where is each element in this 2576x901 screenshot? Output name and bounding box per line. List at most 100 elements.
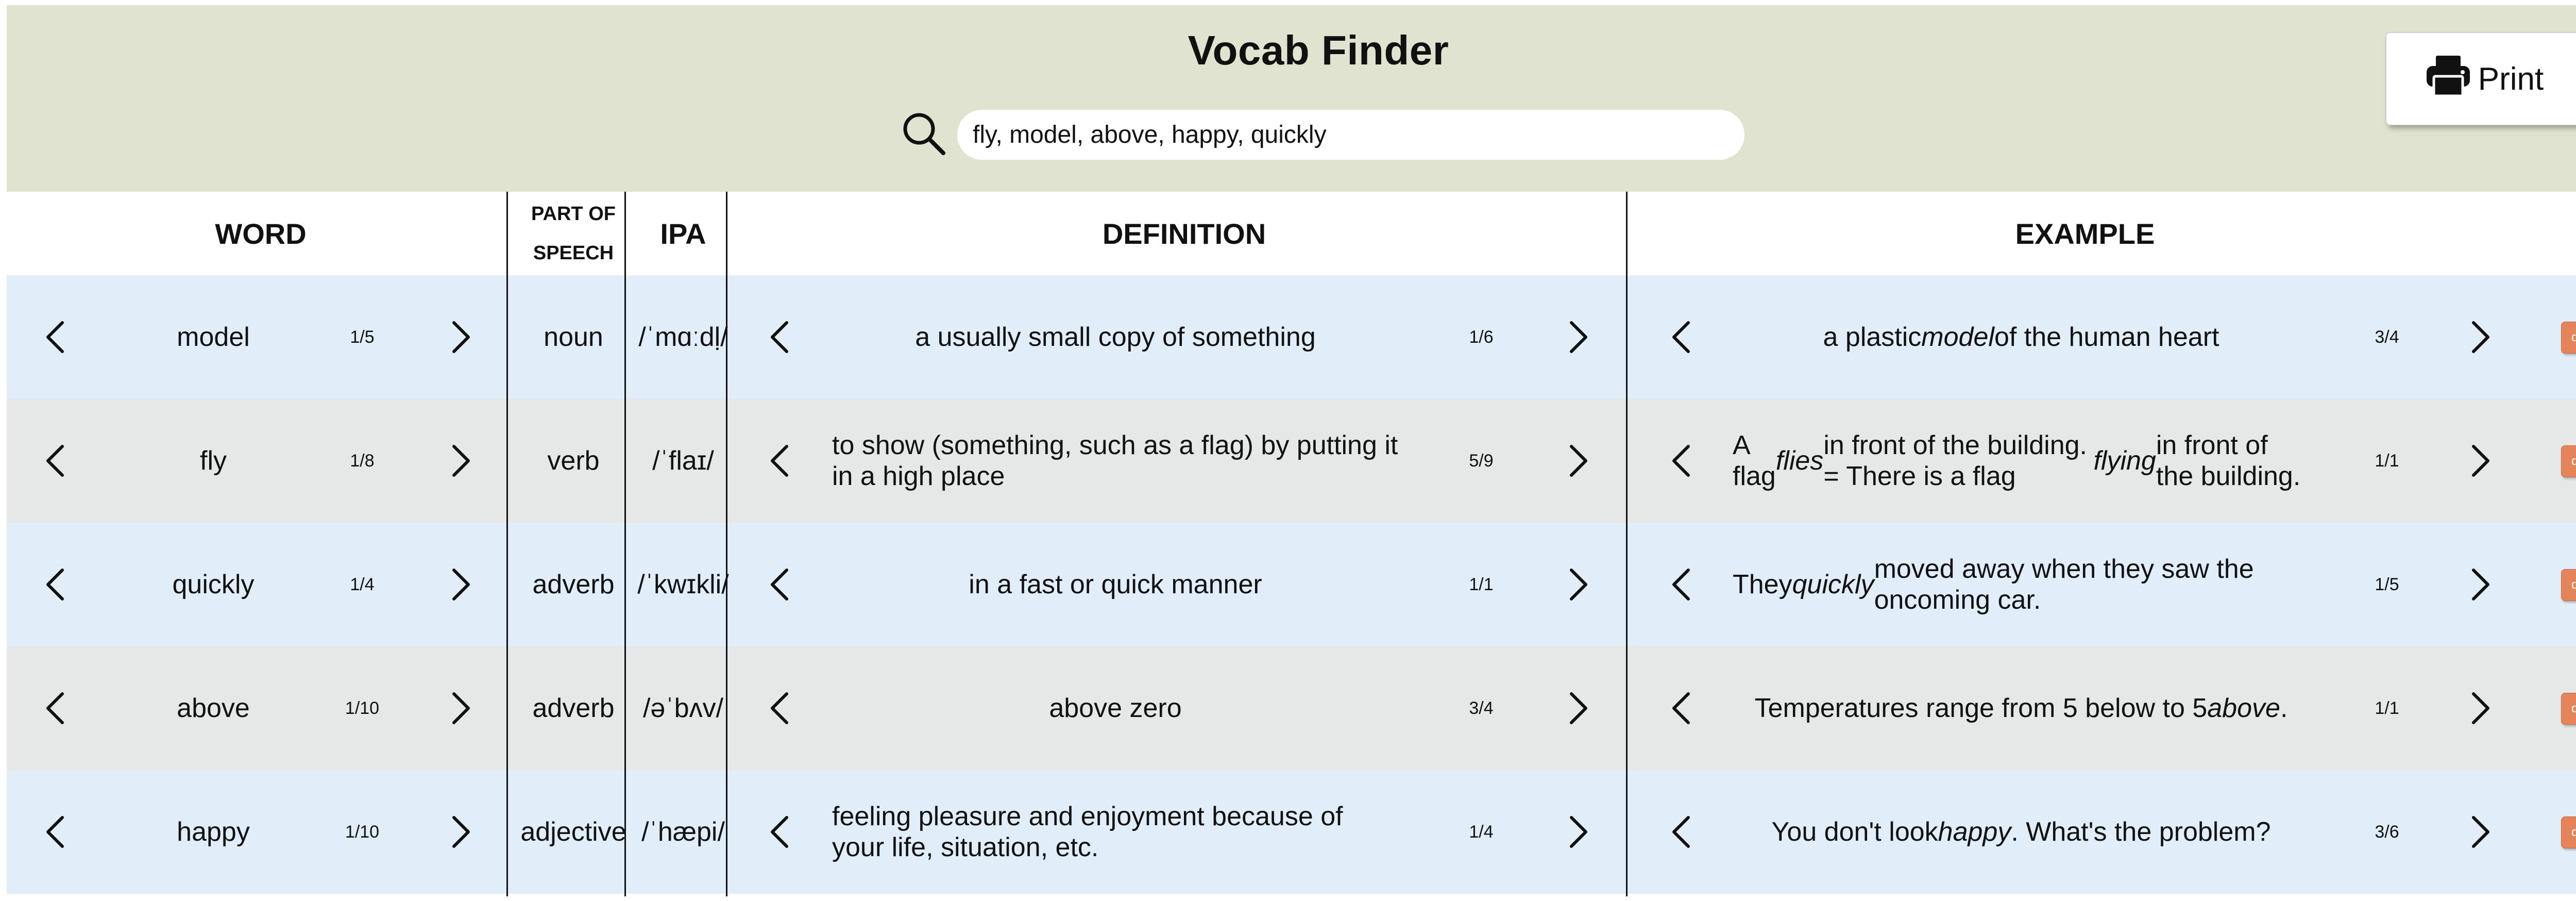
chevron-right-icon [2470, 815, 2491, 848]
chevron-right-icon [451, 321, 471, 354]
word-counter: 1/10 [345, 822, 380, 842]
part-of-speech-cell: verb [547, 446, 600, 476]
chevron-right-icon [1568, 692, 1589, 725]
definition-prev-button[interactable] [769, 568, 790, 601]
part-of-speech-cell: adverb [532, 693, 615, 723]
chevron-left-icon [45, 444, 65, 477]
definition-cell: to show (something, such as a flag) by p… [832, 430, 1398, 491]
chevron-right-icon [451, 568, 471, 601]
chevron-right-icon [451, 444, 471, 477]
column-header-example: EXAMPLE [2015, 217, 2155, 250]
delete-row-button[interactable]: del [2561, 693, 2576, 725]
part-of-speech-cell: noun [544, 322, 603, 352]
column-divider [624, 192, 626, 896]
example-next-button[interactable] [2470, 692, 2491, 725]
word-prev-button[interactable] [45, 815, 65, 848]
definition-next-button[interactable] [1568, 815, 1589, 848]
definition-counter: 1/6 [1469, 327, 1494, 347]
example-prev-button[interactable] [1671, 568, 1691, 601]
word-next-button[interactable] [451, 321, 471, 354]
delete-row-button[interactable]: del [2561, 445, 2576, 477]
chevron-left-icon [1671, 444, 1691, 477]
delete-row-button[interactable]: del [2561, 569, 2576, 601]
column-header-word: WORD [215, 217, 307, 250]
example-prev-button[interactable] [1671, 815, 1691, 848]
definition-next-button[interactable] [1568, 568, 1589, 601]
chevron-right-icon [2470, 444, 2491, 477]
definition-cell: in a fast or quick manner [969, 570, 1262, 599]
printer-icon [2426, 54, 2471, 105]
table-row: quickly 1/4 adverb /ˈkwɪkli/ in a fast o… [7, 523, 2576, 646]
chevron-right-icon [451, 692, 471, 725]
table-row: fly 1/8 verb /ˈflaɪ/ to show (something,… [7, 399, 2576, 523]
search-icon [900, 109, 947, 157]
definition-prev-button[interactable] [769, 321, 790, 354]
word-next-button[interactable] [451, 444, 471, 477]
word-next-button[interactable] [451, 815, 471, 848]
example-prev-button[interactable] [1671, 692, 1691, 725]
chevron-right-icon [2470, 568, 2491, 601]
word-prev-button[interactable] [45, 568, 65, 601]
column-header-definition: DEFINITION [1102, 217, 1266, 250]
chevron-left-icon [1671, 815, 1691, 848]
column-header-part-of-speech-line1: PART OF [531, 203, 616, 225]
example-counter: 1/1 [2375, 698, 2399, 718]
definition-counter: 3/4 [1469, 698, 1494, 718]
column-header-ipa: IPA [660, 217, 706, 250]
word-next-button[interactable] [451, 692, 471, 725]
word-cell: happy [177, 817, 250, 847]
definition-prev-button[interactable] [769, 815, 790, 848]
word-counter: 1/4 [350, 574, 375, 594]
example-cell: A flag flies in front of the building. =… [1733, 430, 2301, 491]
ipa-cell: /ˈhæpi/ [641, 817, 725, 847]
chevron-right-icon [1568, 444, 1589, 477]
delete-row-button[interactable]: del [2561, 816, 2576, 848]
definition-next-button[interactable] [1568, 692, 1589, 725]
example-next-button[interactable] [2470, 568, 2491, 601]
chevron-left-icon [769, 444, 790, 477]
chevron-left-icon [45, 321, 65, 354]
chevron-right-icon [2470, 692, 2491, 725]
chevron-left-icon [45, 815, 65, 848]
chevron-left-icon [1671, 321, 1691, 354]
print-button[interactable]: Print [2386, 32, 2576, 125]
definition-counter: 1/1 [1469, 574, 1494, 594]
chevron-left-icon [1671, 692, 1691, 725]
definition-cell: above zero [1049, 693, 1182, 723]
example-next-button[interactable] [2470, 815, 2491, 848]
example-prev-button[interactable] [1671, 321, 1691, 354]
chevron-left-icon [1671, 568, 1691, 601]
chevron-right-icon [451, 815, 471, 848]
example-cell: You don't look happy. What's the problem… [1771, 817, 2271, 847]
chevron-left-icon [769, 815, 790, 848]
definition-next-button[interactable] [1568, 444, 1589, 477]
chevron-right-icon [2470, 321, 2491, 354]
ipa-cell: /ˈkwɪkli/ [637, 570, 729, 599]
chevron-right-icon [1568, 321, 1589, 354]
word-next-button[interactable] [451, 568, 471, 601]
example-counter: 1/1 [2375, 451, 2399, 471]
example-counter: 1/5 [2375, 574, 2399, 594]
word-cell: model [177, 322, 250, 352]
ipa-cell: /əˈbʌv/ [642, 693, 724, 723]
example-next-button[interactable] [2470, 444, 2491, 477]
print-button-label: Print [2478, 61, 2544, 97]
word-prev-button[interactable] [45, 321, 65, 354]
word-prev-button[interactable] [45, 692, 65, 725]
word-prev-button[interactable] [45, 444, 65, 477]
column-header-part-of-speech: PART OF SPEECH [515, 192, 632, 275]
definition-prev-button[interactable] [769, 692, 790, 725]
column-divider [506, 192, 508, 896]
search-input[interactable] [957, 110, 1744, 160]
delete-row-button[interactable]: del [2561, 322, 2576, 354]
definition-cell: feeling pleasure and enjoyment because o… [832, 802, 1343, 862]
column-header-part-of-speech-line2: SPEECH [533, 242, 614, 264]
example-counter: 3/4 [2375, 327, 2399, 347]
chevron-left-icon [45, 568, 65, 601]
example-prev-button[interactable] [1671, 444, 1691, 477]
definition-prev-button[interactable] [769, 444, 790, 477]
example-next-button[interactable] [2470, 321, 2491, 354]
example-cell: a plastic model of the human heart [1823, 322, 2219, 352]
definition-next-button[interactable] [1568, 321, 1589, 354]
header-bar: Vocab Finder Print [7, 5, 2576, 192]
